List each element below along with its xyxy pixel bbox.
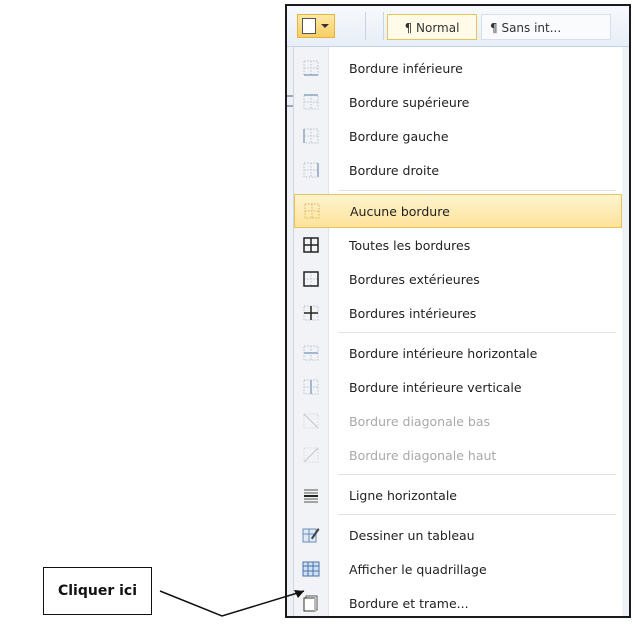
annotation-pointer-icon	[159, 590, 305, 617]
